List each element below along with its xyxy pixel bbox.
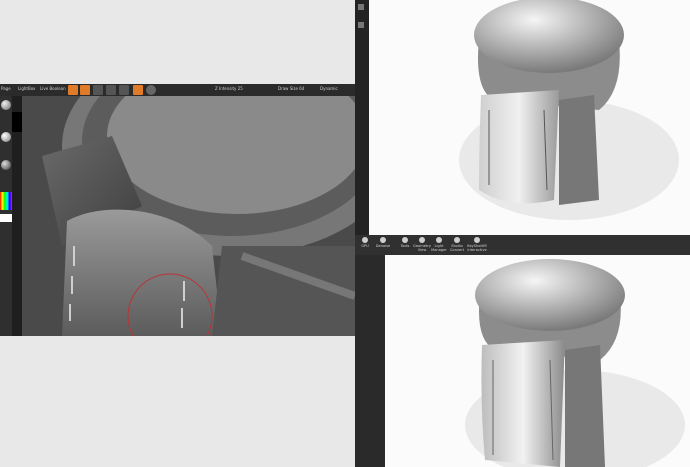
sphere-icon[interactable] — [146, 85, 156, 95]
light-manager-icon — [436, 237, 442, 243]
keyshot-render-top — [355, 0, 690, 235]
watch-render-bottom — [465, 259, 685, 467]
keyshot-render-bottom: GPU Denoise Tools Geometry View Light Ma… — [355, 235, 690, 467]
zbrush-viewport[interactable] — [22, 84, 355, 336]
tool-icon[interactable] — [358, 22, 364, 28]
texture-sphere-icon[interactable] — [1, 160, 11, 170]
scale-mode-button[interactable] — [93, 85, 103, 95]
page-label[interactable]: Page — [1, 86, 11, 91]
keyshot-sidebar-bottom — [355, 255, 385, 467]
live-boolean-button[interactable]: Live Boolean — [40, 86, 66, 91]
material-sphere-icon[interactable] — [1, 132, 11, 142]
draw-mode-button[interactable] — [68, 85, 78, 95]
move-mode-button[interactable] — [80, 85, 90, 95]
keyshot-sidebar — [355, 0, 369, 235]
watch-sculpt-render — [22, 84, 355, 336]
watch-render-top — [459, 0, 679, 220]
z-intensity-slider[interactable]: Z Intensity 25 — [215, 86, 243, 91]
keyshotxr-button[interactable]: KeyShotXR Interactive — [467, 237, 487, 255]
menu-icon[interactable] — [358, 4, 364, 10]
zbrush-left-strip — [12, 96, 34, 336]
denoise-button[interactable]: Denoise — [373, 237, 393, 255]
gpu-icon — [362, 237, 368, 243]
dynamic-button[interactable]: Dynamic — [320, 86, 338, 91]
studio-button[interactable]: Studio Convert — [447, 237, 467, 255]
geometry-view-icon — [419, 237, 425, 243]
brush-icon[interactable] — [1, 100, 11, 110]
tools-icon — [402, 237, 408, 243]
draw-size-slider[interactable]: Draw Size 64 — [278, 86, 304, 91]
zbrush-window: Page LightBox Live Boolean Z Intensity 2… — [0, 84, 355, 336]
keyshotxr-icon — [474, 237, 480, 243]
zbrush-left-shelf — [0, 96, 12, 336]
studio-icon — [454, 237, 460, 243]
mrgb-button[interactable] — [119, 85, 129, 95]
keyshot-toolbar: GPU Denoise Tools Geometry View Light Ma… — [355, 235, 690, 255]
color-picker[interactable] — [0, 192, 12, 210]
lightbox-button[interactable]: LightBox — [18, 86, 35, 91]
zadd-button[interactable] — [133, 85, 143, 95]
main-color-swatch[interactable] — [0, 214, 12, 222]
rotate-mode-button[interactable] — [106, 85, 116, 95]
light-manager-button[interactable]: Light Manager — [429, 237, 449, 255]
gpu-button[interactable]: GPU — [355, 237, 375, 255]
denoise-icon — [380, 237, 386, 243]
